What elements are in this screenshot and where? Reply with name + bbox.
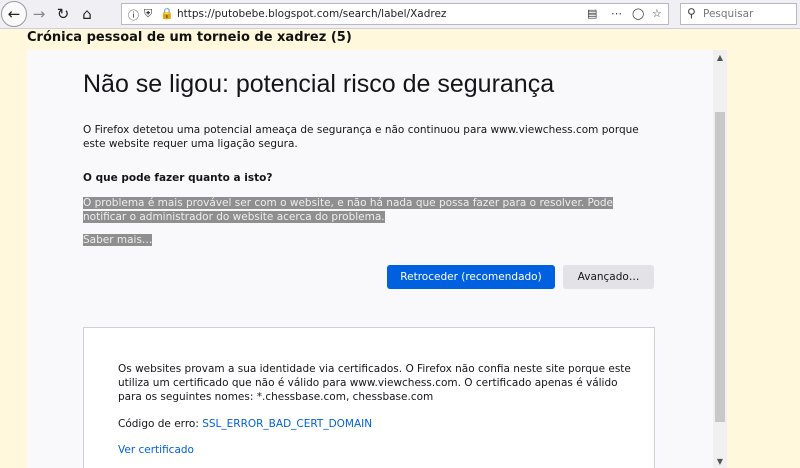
back-icon: ←	[7, 5, 21, 23]
learn-more-label[interactable]: Saber mais…	[83, 234, 153, 246]
advanced-button[interactable]: Avançado…	[563, 265, 654, 289]
search-bar[interactable]: ⚲ Pesquisar	[680, 3, 797, 25]
go-back-button[interactable]: Retroceder (recomendado)	[387, 265, 555, 289]
advanced-panel: Os websites provam a sua identidade via …	[83, 327, 655, 468]
what-can-do-text: O problema é mais provável ser com o web…	[83, 196, 653, 224]
selected-text: O problema é mais provável ser com o web…	[83, 197, 614, 223]
view-certificate-link[interactable]: Ver certificado	[118, 444, 194, 456]
forward-icon: →	[32, 5, 46, 23]
reload-button[interactable]: ↻	[52, 3, 74, 25]
reader-view-icon[interactable]: ▤	[587, 7, 597, 20]
what-can-do-heading: O que pode fazer quanto a isto?	[83, 172, 273, 184]
search-icon: ⚲	[687, 6, 696, 20]
star-icon[interactable]: ☆	[652, 7, 662, 20]
forward-button[interactable]: →	[28, 3, 50, 25]
home-button[interactable]: ⌂	[76, 3, 98, 25]
tracking-shield-icon[interactable]: ⛨	[144, 7, 152, 21]
error-code-line: Código de erro: SSL_ERROR_BAD_CERT_DOMAI…	[118, 418, 372, 430]
pocket-icon[interactable]: ◯	[632, 7, 644, 20]
url-bar[interactable]: ⓘ ⛨ 🔒 https://putobebe.blogspot.com/sear…	[121, 3, 669, 25]
search-placeholder[interactable]: Pesquisar	[703, 8, 753, 20]
embedded-error-page: Não se ligou: potencial risco de seguran…	[27, 50, 713, 468]
certificate-explanation: Os websites provam a sua identidade via …	[118, 363, 631, 403]
scroll-down-icon[interactable]: ▼	[713, 454, 727, 468]
error-description: O Firefox detetou uma potencial ameaça d…	[83, 124, 639, 150]
more-icon[interactable]: ⋯	[611, 7, 622, 20]
error-code-label: Código de erro:	[118, 418, 199, 430]
scroll-thumb[interactable]	[715, 112, 725, 422]
post-title[interactable]: Crónica pessoal de um torneio de xadrez …	[27, 30, 352, 45]
frame-scrollbar[interactable]: ▲ ▼	[713, 50, 727, 468]
error-title: Não se ligou: potencial risco de seguran…	[83, 70, 555, 98]
back-button[interactable]: ←	[1, 1, 27, 27]
info-icon[interactable]: ⓘ	[128, 7, 139, 23]
learn-more-link[interactable]: Saber mais…	[83, 234, 153, 246]
url-text[interactable]: https://putobebe.blogspot.com/search/lab…	[177, 8, 446, 20]
browser-toolbar: ← → ↻ ⌂ ⓘ ⛨ 🔒 https://putobebe.blogspot.…	[0, 0, 800, 29]
home-icon: ⌂	[82, 5, 92, 23]
reload-icon: ↻	[56, 5, 70, 23]
error-code-link[interactable]: SSL_ERROR_BAD_CERT_DOMAIN	[202, 418, 372, 430]
scroll-up-icon[interactable]: ▲	[713, 50, 727, 64]
insecure-lock-icon[interactable]: 🔒	[160, 7, 174, 20]
